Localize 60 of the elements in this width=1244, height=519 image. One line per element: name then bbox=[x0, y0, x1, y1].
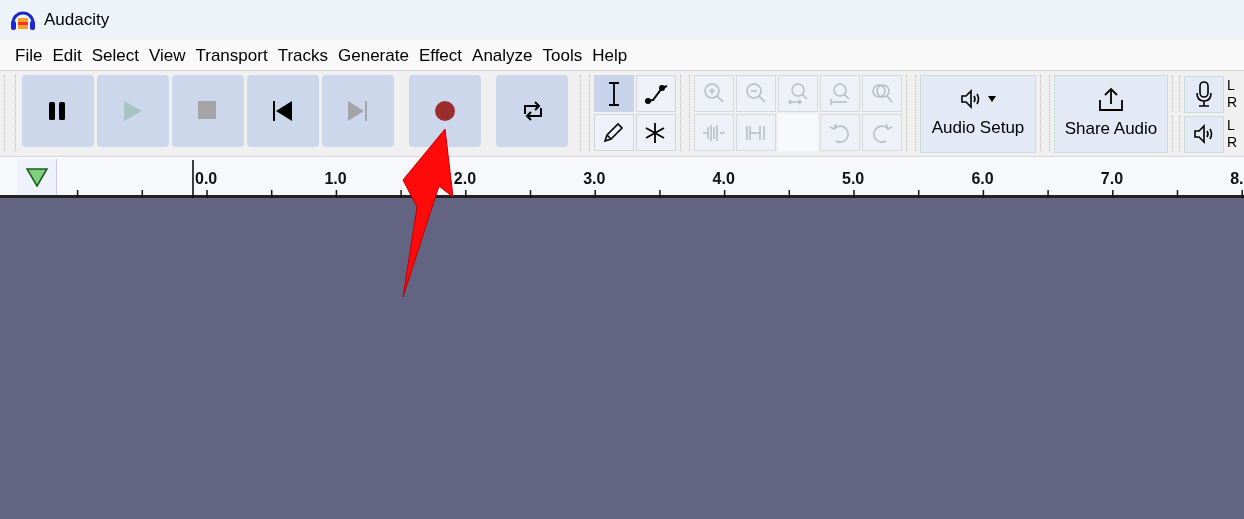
zoom-fit-icon bbox=[786, 81, 810, 106]
ruler-label: 0.0 bbox=[195, 169, 218, 189]
menu-item[interactable]: Edit bbox=[47, 44, 87, 66]
menu-item[interactable]: View bbox=[143, 44, 191, 66]
menu-item[interactable]: Effect bbox=[413, 44, 468, 66]
skip-start-icon bbox=[272, 100, 294, 122]
record-icon bbox=[434, 100, 456, 122]
microphone-icon bbox=[1194, 81, 1214, 107]
ruler-label: 1.0 bbox=[324, 169, 347, 189]
toolbar-grip[interactable] bbox=[1040, 75, 1050, 151]
envelope-tool-button[interactable] bbox=[636, 75, 676, 112]
draw-tool-button[interactable] bbox=[594, 114, 634, 151]
play-icon bbox=[122, 100, 144, 122]
window-title: Audacity bbox=[44, 9, 110, 32]
toolbar-grip[interactable] bbox=[1172, 116, 1180, 152]
menu-item[interactable]: Tracks bbox=[272, 44, 333, 66]
menu-item[interactable]: Analyze bbox=[467, 44, 538, 66]
i-beam-icon bbox=[608, 81, 620, 106]
ruler-label: 5.0 bbox=[842, 169, 865, 189]
playhead-line bbox=[192, 159, 194, 198]
record-meter-button[interactable] bbox=[1184, 75, 1224, 113]
toolbar-grip[interactable] bbox=[906, 75, 916, 151]
toolbar-grip[interactable] bbox=[4, 75, 16, 151]
multi-tool-button[interactable] bbox=[636, 114, 676, 151]
toolbar-grip[interactable] bbox=[1172, 76, 1180, 112]
app-logo-icon bbox=[10, 9, 36, 31]
playback-meter-button[interactable] bbox=[1184, 115, 1224, 153]
loop-button[interactable] bbox=[496, 75, 568, 147]
share-icon bbox=[1097, 86, 1125, 113]
audio-setup-button[interactable]: Audio Setup bbox=[920, 75, 1036, 153]
toolbar-grip[interactable] bbox=[680, 75, 690, 151]
menu-item[interactable]: Tools bbox=[537, 44, 588, 66]
menu-item[interactable]: Transport bbox=[190, 44, 273, 66]
toolbar-grip[interactable] bbox=[580, 75, 590, 151]
pause-button[interactable] bbox=[22, 75, 94, 147]
share-audio-button[interactable]: Share Audio bbox=[1054, 75, 1168, 153]
menu-item[interactable]: Select bbox=[86, 44, 144, 66]
select-tool-button[interactable] bbox=[594, 75, 634, 112]
menu-item[interactable]: Help bbox=[587, 44, 633, 66]
channel-label: R bbox=[1227, 94, 1238, 111]
menu-item[interactable]: Generate bbox=[333, 44, 414, 66]
ruler-label: 6.0 bbox=[971, 169, 994, 189]
channel-label: L bbox=[1227, 77, 1236, 94]
playhead-button[interactable] bbox=[17, 159, 57, 195]
triangle-icon bbox=[24, 166, 49, 188]
skip-start-button[interactable] bbox=[247, 75, 319, 147]
ruler-label: 4.0 bbox=[712, 169, 735, 189]
channel-label: R bbox=[1227, 134, 1238, 151]
ruler-label: 7.0 bbox=[1100, 169, 1124, 189]
ruler-label: 2.0 bbox=[453, 169, 477, 189]
channel-label: L bbox=[1227, 117, 1236, 134]
stop-icon bbox=[197, 100, 219, 122]
loop-icon bbox=[521, 100, 543, 122]
ruler-label: 3.0 bbox=[583, 169, 606, 189]
zoom-width-icon bbox=[828, 81, 852, 106]
ruler-label: 8. bbox=[1230, 169, 1244, 189]
record-button[interactable] bbox=[409, 75, 481, 147]
menu-item[interactable]: File bbox=[10, 44, 48, 66]
caret-icon bbox=[987, 95, 997, 104]
skip-end-icon bbox=[347, 100, 369, 122]
